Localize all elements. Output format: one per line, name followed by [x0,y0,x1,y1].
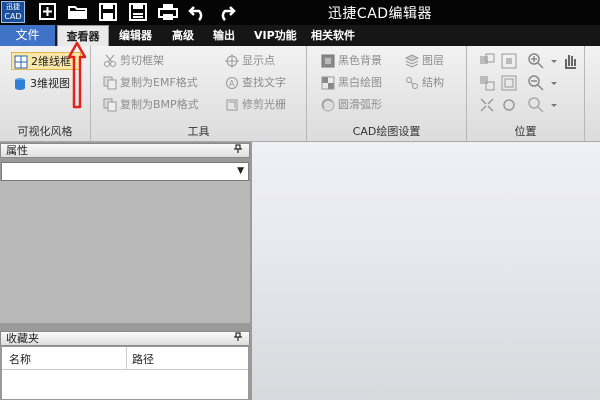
favorites-header: 收藏夹 [0,331,250,346]
copy-bmp-button[interactable]: 复制为BMP格式 [103,96,199,114]
layers-icon [405,54,419,68]
refresh-view-icon[interactable] [500,96,518,114]
smooth-arc-button[interactable]: 圆滑弧形 [321,96,382,114]
favorites-title: 收藏夹 [6,332,39,345]
black-background-button[interactable]: 黑色背景 [321,52,382,70]
zoom-extents-icon[interactable] [478,96,496,114]
find-icon: A [225,76,239,90]
group-label-tools: 工具 [187,125,210,138]
find-text-button[interactable]: A 查找文字 [225,74,286,92]
header-divider [2,369,248,370]
tab-related-software[interactable]: 相关软件 [311,25,355,46]
pin-icon[interactable] [233,332,243,346]
crosshair-icon [225,54,239,68]
column-header-name[interactable]: 名称 [9,351,31,367]
scissors-icon [103,54,117,68]
column-divider[interactable] [126,347,127,369]
group-label-visual-style: 可视化风格 [17,125,73,138]
group-tools: 剪切框架 复制为EMF格式 复制为BMP格式 显示点 A 查找文字 修剪光栅 工具 [91,46,307,141]
drawing-canvas[interactable] [252,142,600,400]
chevron-down-icon[interactable] [545,52,557,70]
properties-grid [0,181,250,323]
pan-left-icon[interactable] [478,52,496,70]
show-points-button[interactable]: 显示点 [225,52,275,70]
group-label-cad-settings: CAD绘图设置 [352,125,421,138]
group-label-position: 位置 [514,125,537,138]
properties-object-select[interactable]: ▼ [1,162,249,181]
smooth-arc-icon [321,98,335,112]
chevron-down-icon: ▼ [237,166,244,176]
pan-hand-icon[interactable] [561,52,579,70]
tab-advanced[interactable]: 高级 [172,25,194,46]
bw-drawing-icon [321,76,335,90]
bw-drawing-button[interactable]: 黑白绘图 [321,74,382,92]
tab-editor[interactable]: 编辑器 [119,25,152,46]
annotation-arrow-icon [67,41,87,109]
wireframe-2d-icon [14,55,28,69]
chevron-down-icon[interactable] [545,96,557,114]
menu-bar: 文件 查看器 编辑器 高级 输出 VIP功能 相关软件 [0,25,600,47]
copy-emf-button[interactable]: 复制为EMF格式 [103,74,198,92]
structure-button[interactable]: 结构 [405,74,444,92]
tab-vip[interactable]: VIP功能 [254,25,297,46]
clip-frame-button[interactable]: 剪切框架 [103,52,164,70]
zoom-options-icon[interactable] [527,96,545,114]
properties-title: 属性 [6,144,28,157]
view-3d-button[interactable]: 3维视图 [13,75,70,93]
fit-page-icon[interactable] [500,52,518,70]
group-cad-settings: 黑色背景 黑白绘图 圆滑弧形 图层 结构 CAD绘图设置 [307,46,467,141]
zoom-out-icon[interactable] [527,74,545,92]
tab-output[interactable]: 输出 [213,25,235,46]
cylinder-3d-icon [13,77,27,91]
svg-text:A: A [229,79,235,88]
ribbon: 2维线框 3维视图 可视化风格 剪切框架 复制为EMF格式 复制为BMP格式 显… [0,46,600,142]
title-bar: 迅捷 CAD 迅捷CAD编辑器 [0,0,600,25]
black-background-icon [321,54,335,68]
fit-window-icon[interactable] [500,74,518,92]
structure-icon [405,76,419,90]
properties-header: 属性 [0,143,250,158]
pin-icon[interactable] [233,144,243,158]
copy-icon [103,76,117,90]
zoom-window-icon[interactable] [478,74,496,92]
file-menu[interactable]: 文件 [0,25,55,46]
layers-button[interactable]: 图层 [405,52,444,70]
favorites-table: 名称 路径 [1,346,249,400]
window-title: 迅捷CAD编辑器 [327,6,433,22]
copy-icon [103,98,117,112]
zoom-in-icon[interactable] [527,52,545,70]
chevron-down-icon[interactable] [545,74,557,92]
crop-icon [225,98,239,112]
trim-raster-button[interactable]: 修剪光栅 [225,96,286,114]
group-position: 位置 [467,46,585,141]
column-header-path[interactable]: 路径 [132,351,154,367]
